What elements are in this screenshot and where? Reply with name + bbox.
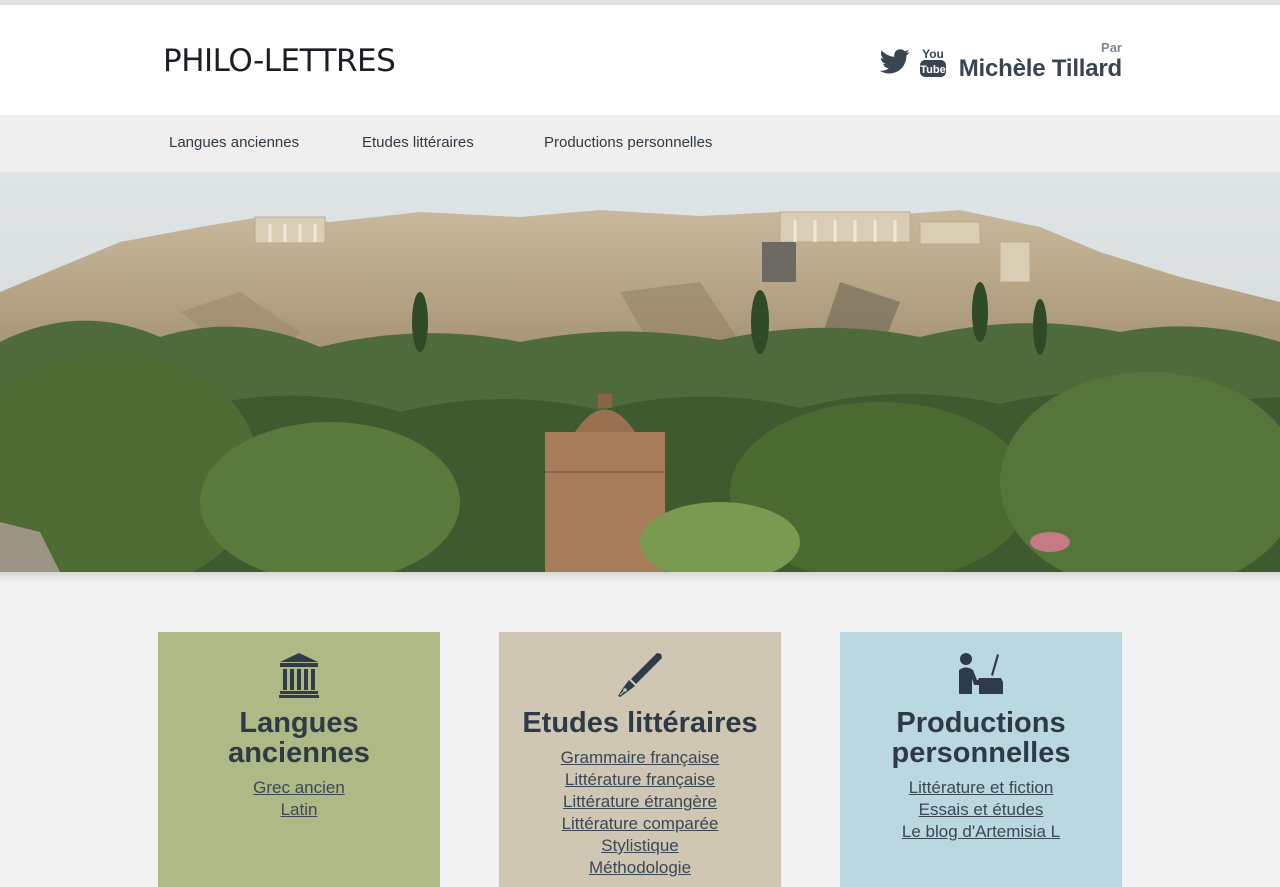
card-link-list: Grec ancien Latin xyxy=(158,777,440,821)
card-link[interactable]: Latin xyxy=(281,800,318,819)
list-item: Latin xyxy=(158,799,440,821)
hero-shadow xyxy=(0,572,1280,582)
list-item: Méthodologie xyxy=(499,857,781,879)
card-link[interactable]: Essais et études xyxy=(919,800,1044,819)
person-writing-icon xyxy=(959,653,1003,694)
list-item: Littérature française xyxy=(499,769,781,791)
list-item: Stylistique xyxy=(499,835,781,857)
card-link[interactable]: Le blog d'Artemisia L xyxy=(902,822,1060,841)
social-links: You Tube xyxy=(879,46,947,83)
card-link-list: Littérature et fiction Essais et études … xyxy=(840,777,1122,843)
card-link[interactable]: Grec ancien xyxy=(253,778,345,797)
card-link[interactable]: Littérature et fiction xyxy=(909,778,1054,797)
svg-text:You: You xyxy=(922,47,944,61)
card-etudes-litteraires: Etudes littéraires Grammaire française L… xyxy=(499,632,781,887)
twitter-icon[interactable] xyxy=(879,49,910,80)
card-productions-personnelles: Productions personnelles Littérature et … xyxy=(840,632,1122,887)
author-name[interactable]: Michèle Tillard xyxy=(959,55,1122,83)
card-link[interactable]: Méthodologie xyxy=(589,858,691,877)
card-link[interactable]: Littérature étrangère xyxy=(563,792,717,811)
list-item: Littérature et fiction xyxy=(840,777,1122,799)
fountain-pen-icon xyxy=(618,653,662,697)
card-link-list: Grammaire française Littérature français… xyxy=(499,747,781,879)
nav-item-productions-personnelles[interactable]: Productions personnelles xyxy=(544,134,712,151)
temple-icon xyxy=(279,653,319,698)
site-header: PHILO-LETTRES You Tube Par Michèle Tilla… xyxy=(0,5,1280,115)
author-block: Par Michèle Tillard xyxy=(959,41,1122,83)
author-prefix: Par xyxy=(1101,40,1122,55)
card-title[interactable]: Etudes littéraires xyxy=(499,708,781,738)
list-item: Le blog d'Artemisia L xyxy=(840,821,1122,843)
card-title[interactable]: Langues anciennes xyxy=(158,708,440,768)
list-item: Littérature comparée xyxy=(499,813,781,835)
card-link[interactable]: Littérature comparée xyxy=(562,814,719,833)
card-title[interactable]: Productions personnelles xyxy=(840,708,1122,768)
card-langues-anciennes: Langues anciennes Grec ancien Latin xyxy=(158,632,440,887)
nav-item-etudes-litteraires[interactable]: Etudes littéraires xyxy=(362,134,474,151)
card-link[interactable]: Littérature française xyxy=(565,770,715,789)
list-item: Grec ancien xyxy=(158,777,440,799)
hero-image xyxy=(0,172,1280,572)
site-title[interactable]: PHILO-LETTRES xyxy=(163,43,396,79)
list-item: Littérature étrangère xyxy=(499,791,781,813)
list-item: Essais et études xyxy=(840,799,1122,821)
youtube-icon[interactable]: You Tube xyxy=(919,46,947,83)
nav-item-langues-anciennes[interactable]: Langues anciennes xyxy=(169,134,299,151)
svg-text:Tube: Tube xyxy=(920,64,945,76)
main-nav: Langues anciennes Etudes littéraires Pro… xyxy=(0,115,1280,172)
card-link[interactable]: Stylistique xyxy=(601,836,678,855)
list-item: Grammaire française xyxy=(499,747,781,769)
card-link[interactable]: Grammaire française xyxy=(561,748,720,767)
